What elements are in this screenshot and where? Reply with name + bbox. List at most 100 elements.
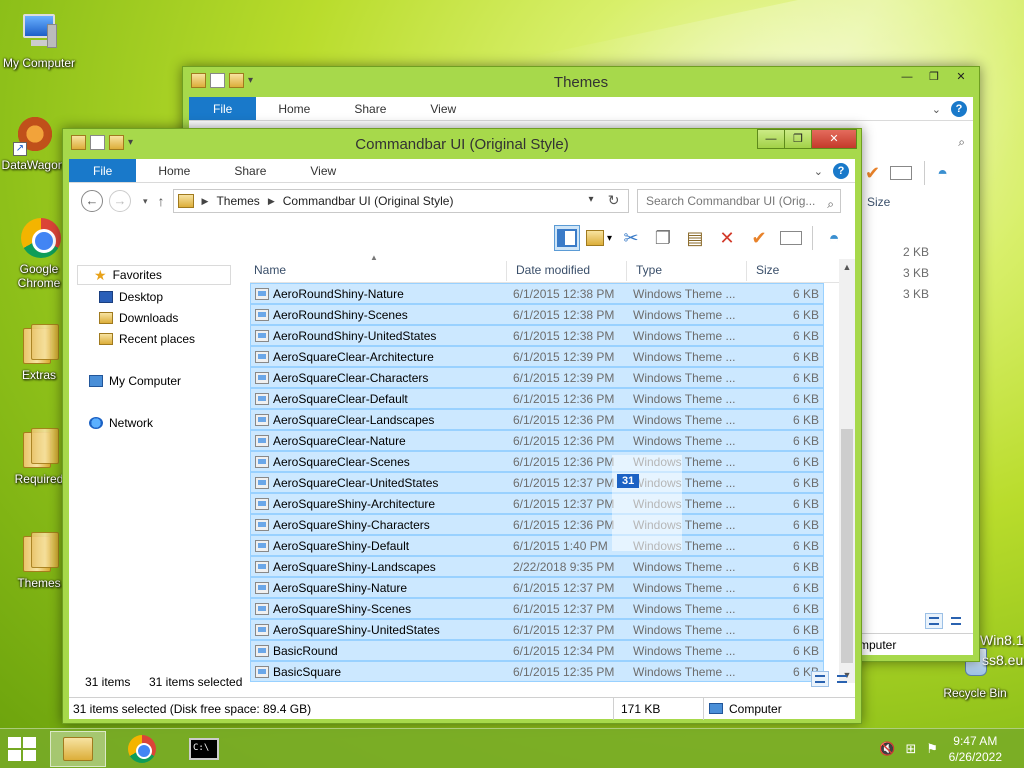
clock[interactable]: 9:47 AM 6/26/2022 bbox=[949, 733, 1002, 765]
table-row[interactable]: AeroSquareShiny-Landscapes 2/22/2018 9:35… bbox=[250, 556, 824, 577]
nav-label: Favorites bbox=[112, 268, 162, 282]
tab-home[interactable]: Home bbox=[136, 159, 212, 182]
delete-button[interactable]: ✕ bbox=[714, 225, 740, 251]
breadcrumb-themes[interactable]: Themes bbox=[216, 194, 259, 208]
minimize-button[interactable]: — bbox=[893, 67, 921, 87]
table-row[interactable]: AeroSquareClear-Default 6/1/2015 12:36 PM… bbox=[250, 388, 824, 409]
help-icon[interactable]: ? bbox=[951, 101, 967, 117]
tab-home[interactable]: Home bbox=[256, 97, 332, 120]
close-button[interactable]: ✕ bbox=[811, 129, 857, 149]
column-header-date[interactable]: Date modified bbox=[512, 263, 590, 277]
taskbar-command-prompt[interactable]: C:\ bbox=[176, 731, 232, 767]
table-row[interactable]: AeroSquareClear-Architecture 6/1/2015 12:… bbox=[250, 346, 824, 367]
address-bar[interactable]: ▶ Themes ▶ Commandbar UI (Original Style… bbox=[172, 189, 629, 213]
navigation-pane-button[interactable] bbox=[554, 225, 580, 251]
chevron-down-icon[interactable]: ▾ bbox=[589, 194, 594, 205]
check-icon[interactable]: ✔ bbox=[865, 163, 880, 184]
taskbar-file-explorer[interactable] bbox=[50, 731, 106, 767]
network-icon[interactable]: ⊞ bbox=[905, 741, 916, 757]
column-header-type[interactable]: Type bbox=[632, 263, 662, 277]
large-icons-view-button[interactable] bbox=[947, 613, 965, 629]
chevron-right-icon[interactable]: ▶ bbox=[202, 196, 209, 207]
up-button[interactable]: ↑ bbox=[158, 193, 165, 209]
nav-item-my-computer[interactable]: My Computer bbox=[89, 371, 181, 391]
search-icon[interactable]: ⌕ bbox=[958, 135, 965, 150]
chevron-down-icon[interactable]: ⌄ bbox=[814, 165, 823, 178]
tab-file[interactable]: File bbox=[189, 97, 257, 120]
table-row[interactable]: AeroSquareShiny-Default 6/1/2015 1:40 PM W… bbox=[250, 535, 824, 556]
minimize-button[interactable]: — bbox=[757, 129, 785, 149]
tab-view[interactable]: View bbox=[408, 97, 478, 120]
table-row[interactable]: AeroSquareClear-Characters 6/1/2015 12:39… bbox=[250, 367, 824, 388]
nav-item-network[interactable]: Network bbox=[89, 413, 153, 433]
rename-button[interactable] bbox=[778, 225, 804, 251]
help-icon[interactable]: ? bbox=[833, 163, 849, 179]
windows-logo-icon bbox=[8, 750, 21, 761]
shell-button[interactable]: ◓ bbox=[821, 225, 847, 251]
table-row[interactable]: AeroSquareClear-Scenes 6/1/2015 12:36 PM W… bbox=[250, 451, 824, 472]
vertical-scrollbar[interactable]: ▲ ▼ bbox=[839, 259, 855, 683]
table-row[interactable]: AeroSquareShiny-Architecture 6/1/2015 12:… bbox=[250, 493, 824, 514]
cut-button[interactable]: ✂ bbox=[618, 225, 644, 251]
details-view-button[interactable] bbox=[811, 671, 829, 687]
table-row[interactable]: AeroSquareClear-Nature 6/1/2015 12:36 PM W… bbox=[250, 430, 824, 451]
column-divider[interactable] bbox=[626, 261, 627, 281]
action-center-icon[interactable]: ⚑ bbox=[926, 741, 938, 757]
table-row[interactable]: AeroSquareShiny-Characters 6/1/2015 12:36… bbox=[250, 514, 824, 535]
cell-size: 6 KB bbox=[792, 560, 819, 574]
nav-item-favorites[interactable]: ★ Favorites bbox=[77, 265, 231, 285]
details-view-button[interactable] bbox=[925, 613, 943, 629]
rename-icon[interactable] bbox=[890, 166, 913, 180]
table-row[interactable]: AeroSquareClear-Landscapes 6/1/2015 12:36… bbox=[250, 409, 824, 430]
table-row[interactable]: AeroRoundShiny-Nature 6/1/2015 12:38 PM Wi… bbox=[250, 283, 824, 304]
refresh-icon[interactable]: ↻ bbox=[608, 192, 620, 209]
title-bar[interactable]: ▾ Themes — ❐ ✕ bbox=[183, 67, 979, 97]
large-icons-view-button[interactable] bbox=[833, 671, 851, 687]
table-row[interactable]: AeroSquareShiny-Scenes 6/1/2015 12:37 PM W… bbox=[250, 598, 824, 619]
close-button[interactable]: ✕ bbox=[947, 67, 975, 87]
tab-view[interactable]: View bbox=[288, 159, 358, 182]
tab-file[interactable]: File bbox=[69, 159, 137, 182]
apply-button[interactable]: ✔ bbox=[746, 225, 772, 251]
table-row[interactable]: BasicRound 6/1/2015 12:34 PM Windows Theme… bbox=[250, 640, 824, 661]
table-row[interactable]: AeroRoundShiny-UnitedStates 6/1/2015 12:3… bbox=[250, 325, 824, 346]
maximize-button[interactable]: ❐ bbox=[920, 67, 948, 87]
nav-item-downloads[interactable]: Downloads bbox=[99, 308, 178, 328]
back-button[interactable]: ← bbox=[81, 190, 103, 212]
column-header-name[interactable]: Name bbox=[250, 263, 286, 277]
column-header-size[interactable]: Size bbox=[867, 195, 890, 209]
start-button[interactable] bbox=[8, 737, 38, 761]
tab-share[interactable]: Share bbox=[212, 159, 288, 182]
nav-item-desktop[interactable]: Desktop bbox=[99, 287, 163, 307]
desktop-icon-my-computer[interactable]: My Computer bbox=[0, 10, 78, 70]
column-header-size[interactable]: Size bbox=[752, 263, 779, 277]
tab-share[interactable]: Share bbox=[332, 97, 408, 120]
taskbar-chrome[interactable] bbox=[114, 731, 170, 767]
chevron-right-icon[interactable]: ▶ bbox=[268, 196, 275, 207]
table-row[interactable]: AeroSquareShiny-Nature 6/1/2015 12:37 PM W… bbox=[250, 577, 824, 598]
chevron-down-icon: ▾ bbox=[606, 232, 612, 244]
paste-button[interactable]: ▤ bbox=[682, 225, 708, 251]
title-bar[interactable]: ▾ Commandbar UI (Original Style) — ❐ ✕ bbox=[63, 129, 861, 159]
column-divider[interactable] bbox=[746, 261, 747, 281]
table-row[interactable]: AeroRoundShiny-Scenes 6/1/2015 12:38 PM Wi… bbox=[250, 304, 824, 325]
recent-locations-button[interactable]: ▾ bbox=[143, 196, 148, 207]
table-row[interactable]: AeroSquareShiny-UnitedStates 6/1/2015 12:… bbox=[250, 619, 824, 640]
copy-button[interactable]: ❐ bbox=[650, 225, 676, 251]
nav-item-recent-places[interactable]: Recent places bbox=[99, 329, 195, 349]
divider bbox=[812, 226, 813, 250]
forward-button[interactable]: → bbox=[109, 190, 131, 212]
scroll-up-arrow[interactable]: ▲ bbox=[839, 259, 855, 275]
select-folder-button[interactable]: ▾ bbox=[586, 225, 612, 251]
shell-icon[interactable]: ◓ bbox=[937, 163, 948, 184]
column-divider[interactable] bbox=[506, 261, 507, 281]
search-icon[interactable]: ⌕ bbox=[827, 193, 834, 215]
maximize-button[interactable]: ❐ bbox=[784, 129, 812, 149]
table-row[interactable]: AeroSquareClear-UnitedStates 6/1/2015 12:… bbox=[250, 472, 824, 493]
volume-muted-icon[interactable]: 🔇 bbox=[879, 741, 895, 757]
chevron-down-icon[interactable]: ⌄ bbox=[932, 103, 941, 116]
scroll-thumb[interactable] bbox=[841, 429, 853, 663]
search-input[interactable]: Search Commandbar UI (Orig... ⌕ bbox=[637, 189, 841, 213]
commandbar-window[interactable]: ▾ Commandbar UI (Original Style) — ❐ ✕ F… bbox=[62, 128, 862, 724]
breadcrumb-current[interactable]: Commandbar UI (Original Style) bbox=[283, 194, 454, 208]
